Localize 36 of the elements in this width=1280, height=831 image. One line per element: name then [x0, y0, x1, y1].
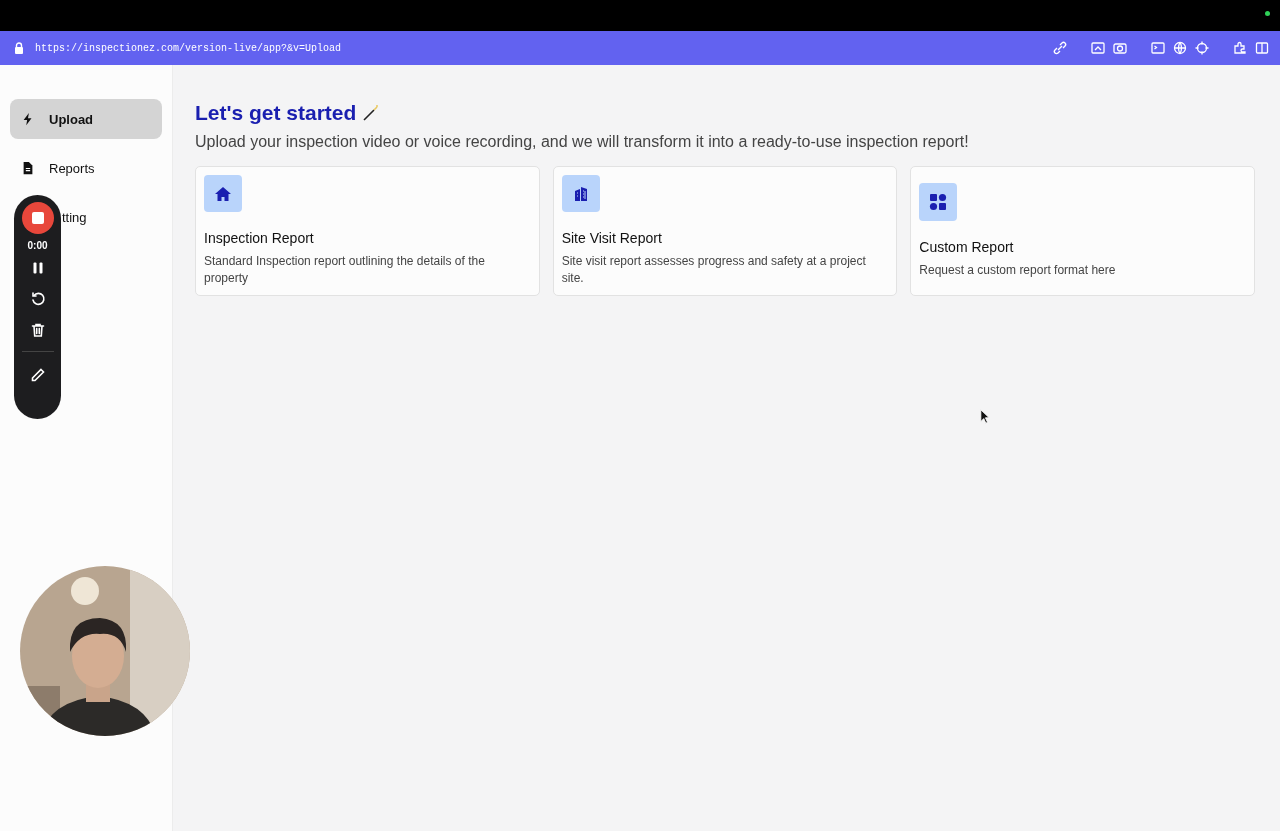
card-title: Custom Report: [919, 239, 1015, 255]
globe-icon[interactable]: [1172, 40, 1188, 56]
puzzle-icon[interactable]: [1232, 40, 1248, 56]
split-view-icon[interactable]: [1254, 40, 1270, 56]
link-icon[interactable]: [1052, 40, 1068, 56]
nav-item[interactable]: tting: [10, 197, 162, 237]
card-title: Site Visit Report: [561, 230, 663, 246]
page-title: Let's get started: [195, 101, 357, 125]
report-card[interactable]: Custom Report Request a custom report format here: [910, 166, 1255, 296]
trash-icon[interactable]: [29, 322, 46, 338]
status-dot: [1265, 11, 1270, 16]
nav-item[interactable]: Upload: [10, 99, 162, 139]
document-icon: [21, 161, 35, 175]
subtitle-text: Upload your inspection video or voice recording, and we will transform it into a ready-to-use inspection report!: [195, 133, 970, 151]
card-description: Standard Inspection report outlining the details of the property: [204, 253, 486, 287]
camera-icon[interactable]: [1112, 40, 1128, 56]
image-icon[interactable]: [1090, 40, 1106, 56]
pointer-icon: [980, 409, 990, 424]
report-card[interactable]: Inspection Report Standard Inspection report outlining the details of the property: [195, 166, 540, 296]
stop-button[interactable]: [21, 202, 54, 234]
magic-wand-icon: [362, 104, 381, 122]
lock-icon: [14, 42, 24, 54]
restart-icon[interactable]: [29, 291, 46, 307]
card-description: Request a custom report format here: [919, 262, 1117, 279]
card-title: Inspection Report: [204, 230, 315, 246]
url-text: https://inspectionez.com/version-live/app?&v=Upload: [35, 42, 342, 54]
pencil-icon[interactable]: [29, 367, 46, 383]
timer-text: 0:00: [27, 240, 48, 251]
building-icon: [561, 175, 600, 212]
nav-item[interactable]: Reports: [10, 148, 162, 188]
card-description: Site visit report assesses progress and safety at a project site.: [561, 253, 867, 287]
house-icon: [204, 175, 242, 212]
shapes-icon: [919, 183, 958, 221]
terminal-icon[interactable]: [1150, 40, 1166, 56]
report-card[interactable]: Site Visit Report Site visit report assesses progress and safety at a project site.: [552, 166, 898, 296]
crosshair-icon[interactable]: [1194, 40, 1210, 56]
